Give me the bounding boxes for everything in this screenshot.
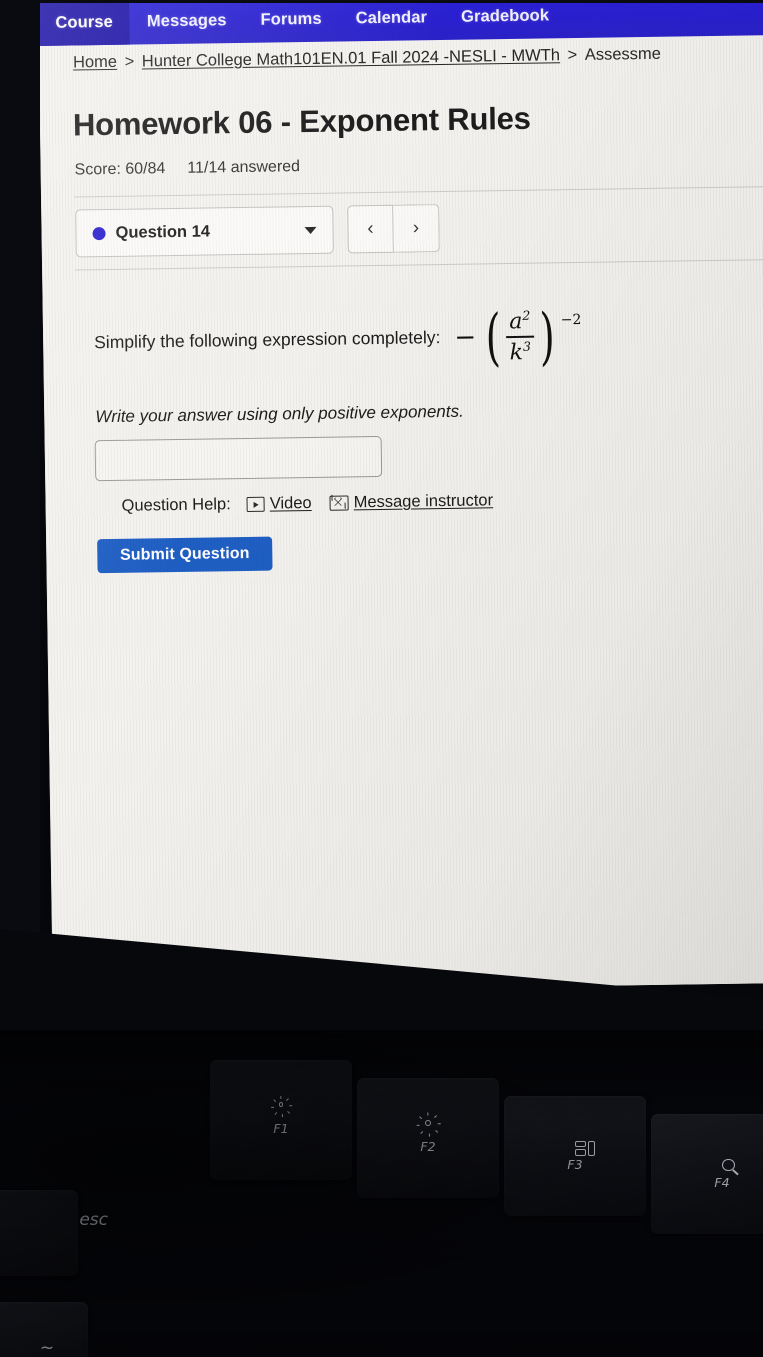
video-help-link[interactable]: Video <box>246 493 312 514</box>
breadcrumb-course-link[interactable]: Hunter College Math101EN.01 Fall 2024 -N… <box>142 46 560 70</box>
score-summary: Score: 60/84 11/14 answered <box>74 158 300 179</box>
answer-input[interactable] <box>94 435 383 482</box>
key-f3[interactable]: F3 <box>504 1096 646 1216</box>
math-numerator: a2 <box>506 307 533 335</box>
message-instructor-link[interactable]: Message instructor <box>329 491 494 512</box>
breadcrumb: Home > Hunter College Math101EN.01 Fall … <box>73 43 763 73</box>
key-f2[interactable]: F2 <box>357 1078 499 1198</box>
nav-tab-forums[interactable]: Forums <box>243 0 339 43</box>
nav-tab-course-label: Course <box>55 12 114 32</box>
chevron-right-icon: › <box>412 217 420 239</box>
key-f4-label: F4 <box>714 1174 730 1190</box>
divider-bottom <box>75 259 763 271</box>
math-numerator-base: a <box>509 309 523 335</box>
question-status-dot-icon <box>92 226 106 240</box>
nav-tab-course[interactable]: Course <box>38 0 131 46</box>
answered-count: 11/14 answered <box>187 158 301 177</box>
chevron-left-icon: ‹ <box>367 218 374 240</box>
screen-bezel-top <box>0 0 763 3</box>
nav-tab-messages-label: Messages <box>146 10 227 30</box>
math-denominator: k3 <box>506 338 534 366</box>
browser-page: Course Messages Forums Calendar Gradeboo… <box>38 0 763 994</box>
question-prompt-text: Simplify the following expression comple… <box>94 327 441 353</box>
nav-tab-gradebook[interactable]: Gradebook <box>444 0 567 40</box>
key-esc-label: esc <box>79 1210 108 1230</box>
math-numerator-exponent: 2 <box>522 307 531 323</box>
video-help-label: Video <box>269 493 312 513</box>
question-nav-buttons: ‹ › <box>347 204 440 254</box>
key-esc[interactable]: esc <box>0 1190 108 1276</box>
laptop-keyboard: esc ~ F1 F2 F3 F4 <box>0 1030 763 1357</box>
nav-tab-forums-label: Forums <box>260 9 322 29</box>
math-expression: − ( a2 k3 ) −2 <box>454 298 582 373</box>
math-fraction: a2 k3 <box>506 307 534 366</box>
math-leading-minus: − <box>454 322 477 353</box>
nav-tab-calendar-label: Calendar <box>355 7 428 27</box>
play-box-icon <box>246 496 265 512</box>
page-title: Homework 06 - Exponent Rules <box>72 100 531 143</box>
key-f2-label: F2 <box>420 1138 436 1154</box>
previous-question-button[interactable]: ‹ <box>347 204 394 254</box>
question-prompt: Simplify the following expression comple… <box>94 298 582 373</box>
message-instructor-label: Message instructor <box>353 491 494 512</box>
math-close-paren: ) <box>538 298 555 373</box>
main-navigation: Course Messages Forums Calendar Gradeboo… <box>38 0 763 46</box>
screen-bezel-left <box>0 0 40 1030</box>
submit-question-button[interactable]: Submit Question <box>97 536 273 574</box>
key-tilde[interactable]: ~ <box>0 1302 88 1357</box>
math-open-paren: ( <box>485 299 502 373</box>
key-tilde-label: ~ <box>39 1338 55 1357</box>
divider-top <box>74 186 763 198</box>
nav-tab-messages[interactable]: Messages <box>130 0 244 45</box>
key-f1[interactable]: F1 <box>210 1060 352 1180</box>
score-label: Score: 60/84 <box>74 160 166 179</box>
nav-tab-calendar[interactable]: Calendar <box>338 0 444 42</box>
envelope-icon <box>329 495 349 511</box>
breadcrumb-home-link[interactable]: Home <box>73 53 117 72</box>
next-question-button[interactable]: › <box>393 204 440 253</box>
question-help-label: Question Help: <box>121 495 231 515</box>
laptop-photo: Course Messages Forums Calendar Gradeboo… <box>0 0 763 1357</box>
nav-tab-gradebook-label: Gradebook <box>460 5 550 26</box>
math-denominator-base: k <box>509 339 524 366</box>
math-denominator-exponent: 3 <box>522 338 531 354</box>
key-f3-label: F3 <box>567 1156 583 1172</box>
question-select-dropdown[interactable]: Question 14 <box>75 205 334 258</box>
breadcrumb-separator-2: > <box>562 45 582 65</box>
question-help: Question Help: Video Message instructor <box>121 491 511 516</box>
key-f1-label: F1 <box>273 1120 289 1136</box>
answer-instruction: Write your answer using only positive ex… <box>95 401 464 427</box>
breadcrumb-separator-1: > <box>119 52 139 71</box>
breadcrumb-section: Assessme <box>584 44 662 64</box>
laptop-screen: Course Messages Forums Calendar Gradeboo… <box>38 0 763 994</box>
key-f4[interactable]: F4 <box>651 1114 763 1234</box>
question-select-label: Question 14 <box>115 221 211 242</box>
chevron-down-icon <box>304 226 317 234</box>
math-outer-exponent: −2 <box>560 311 582 329</box>
